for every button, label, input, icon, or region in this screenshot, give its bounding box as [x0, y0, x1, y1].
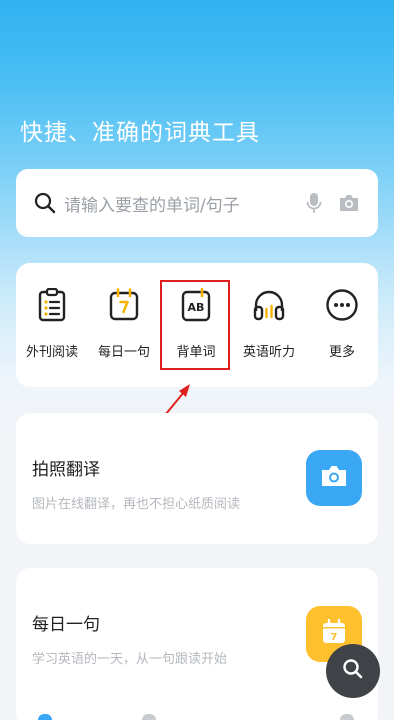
calendar-icon — [106, 287, 142, 323]
calendar-digit: 7 — [331, 632, 338, 643]
quick-tool-label: 英语听力 — [242, 345, 295, 360]
headline: 快捷、准确的词典工具 — [20, 120, 260, 146]
card-daily-sentence[interactable]: 每日一句 学习英语的一天，从一句跟读开始 7 — [16, 568, 378, 720]
more-dots-icon — [324, 287, 360, 323]
search-placeholder[interactable]: 请输入要查的单词/句子 — [64, 191, 306, 216]
quick-tool-foreign-reading[interactable]: 外刊阅读 — [17, 287, 87, 367]
tab-icon[interactable] — [142, 714, 156, 720]
quick-tool-listening[interactable]: 英语听力 — [234, 287, 304, 367]
headphones-icon — [251, 287, 287, 323]
card-title: 每日一句 — [32, 615, 100, 635]
quick-tool-label: 更多 — [328, 345, 355, 360]
photo-translate-button[interactable] — [306, 450, 362, 506]
quick-tool-more[interactable]: 更多 — [307, 287, 377, 367]
search-icon — [34, 192, 56, 214]
camera-icon — [320, 464, 348, 492]
microphone-icon[interactable] — [306, 192, 322, 214]
card-title: 拍照翻译 — [32, 460, 100, 480]
card-subtitle: 学习英语的一天，从一句跟读开始 — [32, 652, 228, 667]
search-icon — [342, 658, 364, 684]
search-fab[interactable] — [326, 644, 380, 698]
quick-tool-daily-sentence[interactable]: 每日一句 — [89, 287, 159, 367]
tab-profile-icon[interactable] — [340, 714, 354, 720]
quick-tool-label: 每日一句 — [97, 345, 150, 360]
camera-icon[interactable] — [338, 194, 360, 212]
card-photo-translate[interactable]: 拍照翻译 图片在线翻译，再也不担心纸质阅读 — [16, 413, 378, 544]
highlight-box — [160, 280, 230, 370]
card-subtitle: 图片在线翻译，再也不担心纸质阅读 — [32, 497, 241, 512]
quick-tool-label: 外刊阅读 — [25, 345, 78, 360]
search-bar[interactable]: 请输入要查的单词/句子 — [16, 169, 378, 237]
clipboard-icon — [34, 287, 70, 323]
tab-home-icon[interactable] — [38, 714, 52, 720]
